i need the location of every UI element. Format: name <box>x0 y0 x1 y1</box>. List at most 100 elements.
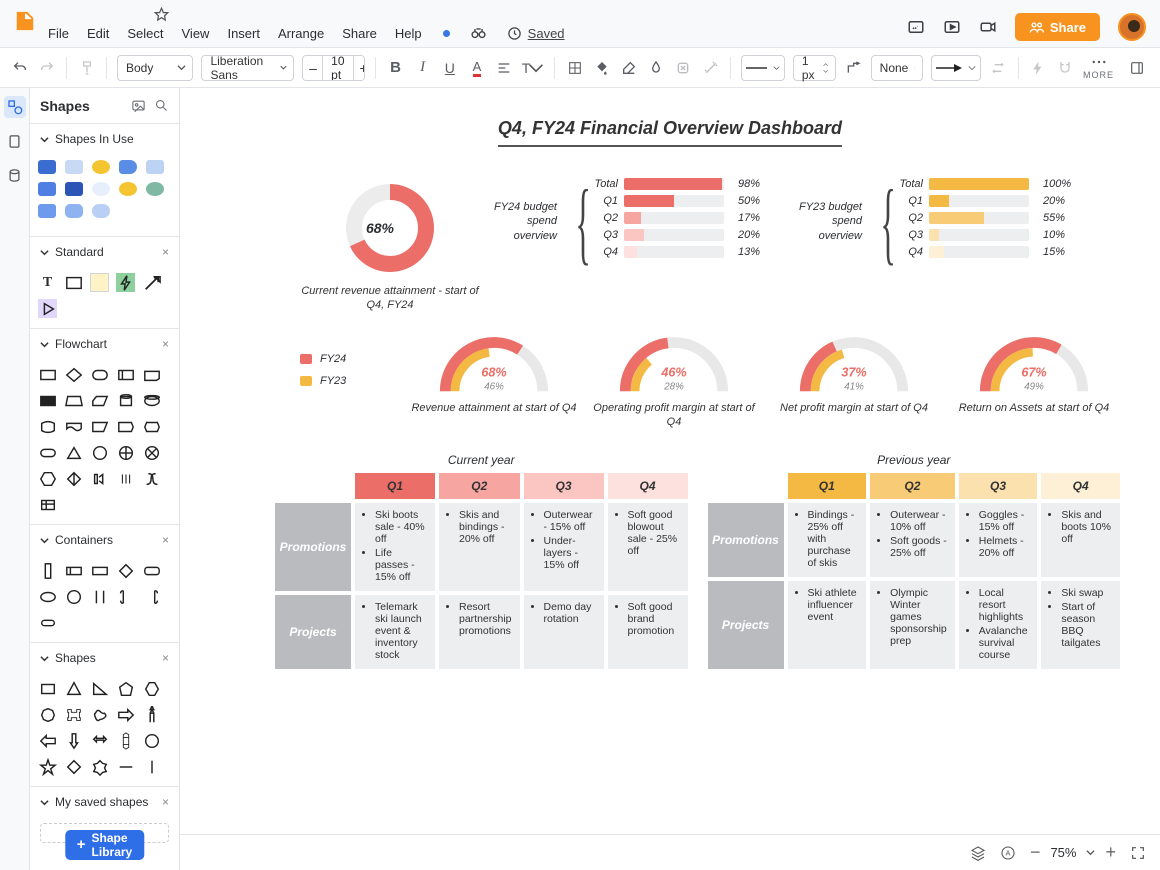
shape[interactable] <box>38 561 57 580</box>
camera-icon[interactable] <box>979 20 997 34</box>
shape-play[interactable] <box>38 299 57 318</box>
shape[interactable] <box>64 679 83 698</box>
binoculars-icon[interactable] <box>470 24 487 41</box>
shape[interactable] <box>116 417 135 436</box>
magic-button[interactable] <box>701 55 720 81</box>
shape[interactable] <box>90 469 109 488</box>
shape[interactable] <box>142 587 161 606</box>
shape[interactable] <box>90 443 109 462</box>
shape[interactable] <box>116 757 135 776</box>
section-shapes[interactable]: Shapes× <box>30 643 179 673</box>
table-button[interactable] <box>565 55 584 81</box>
shape[interactable] <box>90 757 109 776</box>
shape[interactable] <box>116 705 135 724</box>
search-icon[interactable] <box>154 98 169 113</box>
font-size-dec[interactable]: – <box>303 56 323 80</box>
shape[interactable] <box>142 391 161 410</box>
shape[interactable] <box>142 731 161 750</box>
shape[interactable] <box>38 679 57 698</box>
avatar[interactable] <box>1118 13 1146 41</box>
text-color-button[interactable]: A <box>467 55 486 81</box>
italic-button[interactable]: I <box>413 55 432 81</box>
shape-rect[interactable] <box>64 273 83 292</box>
section-standard[interactable]: Standard× <box>30 237 179 267</box>
shape[interactable] <box>116 731 135 750</box>
shape[interactable] <box>90 391 109 410</box>
menu-insert[interactable]: Insert <box>227 26 260 41</box>
shape[interactable] <box>90 561 109 580</box>
menu-file[interactable]: File <box>48 26 69 41</box>
play-icon[interactable] <box>943 20 961 34</box>
swatch[interactable] <box>92 204 110 218</box>
shape-lightning[interactable] <box>116 273 135 292</box>
section-saved-shapes[interactable]: My saved shapes× <box>30 787 179 817</box>
menu-help[interactable]: Help <box>395 26 422 41</box>
bold-button[interactable]: B <box>386 55 405 81</box>
arrow-start-select[interactable]: None <box>871 55 923 81</box>
swatch[interactable] <box>38 204 56 218</box>
shape[interactable] <box>38 365 57 384</box>
swatch[interactable] <box>65 204 83 218</box>
section-shapes-in-use[interactable]: Shapes In Use <box>30 124 179 154</box>
shape[interactable] <box>142 469 161 488</box>
swatch[interactable] <box>38 160 56 174</box>
menu-share[interactable]: Share <box>342 26 377 41</box>
shape[interactable] <box>38 587 57 606</box>
shape[interactable] <box>38 469 57 488</box>
chevron-down-icon[interactable] <box>1086 848 1095 857</box>
shape[interactable] <box>116 561 135 580</box>
magnet-icon[interactable] <box>1056 55 1075 81</box>
swatch[interactable] <box>65 160 83 174</box>
menu-view[interactable]: View <box>182 26 210 41</box>
layers-icon[interactable] <box>970 845 986 861</box>
rail-data-icon[interactable] <box>4 164 26 186</box>
rail-doc-icon[interactable] <box>4 130 26 152</box>
shape[interactable] <box>116 391 135 410</box>
swatch[interactable] <box>65 182 83 196</box>
shape[interactable] <box>64 391 83 410</box>
panel-toggle-button[interactable] <box>1124 55 1150 81</box>
shape[interactable] <box>64 731 83 750</box>
rail-shapes-icon[interactable] <box>4 96 26 118</box>
shape[interactable] <box>142 679 161 698</box>
section-flowchart[interactable]: Flowchart× <box>30 329 179 359</box>
swap-ends-button[interactable] <box>989 55 1008 81</box>
shape[interactable] <box>142 561 161 580</box>
shape[interactable] <box>38 705 57 724</box>
close-icon[interactable]: × <box>162 651 169 665</box>
shape[interactable] <box>90 705 109 724</box>
shape[interactable] <box>90 587 109 606</box>
paint-format-button[interactable] <box>77 55 96 81</box>
swatch[interactable] <box>38 182 56 196</box>
menu-edit[interactable]: Edit <box>87 26 109 41</box>
shape[interactable] <box>64 469 83 488</box>
shape[interactable] <box>116 365 135 384</box>
shape[interactable] <box>38 731 57 750</box>
present-icon[interactable] <box>907 20 925 34</box>
zoom-level[interactable]: 75% <box>1050 845 1076 860</box>
close-icon[interactable]: × <box>162 795 169 809</box>
shape[interactable] <box>90 679 109 698</box>
redo-button[interactable] <box>37 55 56 81</box>
text-options-button[interactable]: T <box>522 55 545 81</box>
font-size-stepper[interactable]: –10 pt+ <box>302 55 365 81</box>
zoom-out-button[interactable]: − <box>1030 842 1041 863</box>
shape[interactable] <box>38 757 57 776</box>
close-icon[interactable]: × <box>162 245 169 259</box>
shape[interactable] <box>64 705 83 724</box>
shape[interactable] <box>116 469 135 488</box>
shape-note[interactable] <box>90 273 109 292</box>
shape[interactable] <box>142 705 161 724</box>
shape[interactable] <box>38 443 57 462</box>
shape[interactable] <box>64 757 83 776</box>
shape-style-button[interactable] <box>647 55 666 81</box>
shape-arrow[interactable] <box>142 273 161 292</box>
swatch[interactable] <box>119 182 137 196</box>
shape[interactable] <box>116 443 135 462</box>
shape-library-button[interactable]: +Shape Library <box>65 830 144 860</box>
lightning-icon[interactable] <box>1029 55 1048 81</box>
underline-button[interactable]: U <box>440 55 459 81</box>
shape-text[interactable]: T <box>38 273 57 292</box>
canvas[interactable]: Q4, FY24 Financial Overview Dashboard 68… <box>180 88 1160 870</box>
close-icon[interactable]: × <box>162 337 169 351</box>
